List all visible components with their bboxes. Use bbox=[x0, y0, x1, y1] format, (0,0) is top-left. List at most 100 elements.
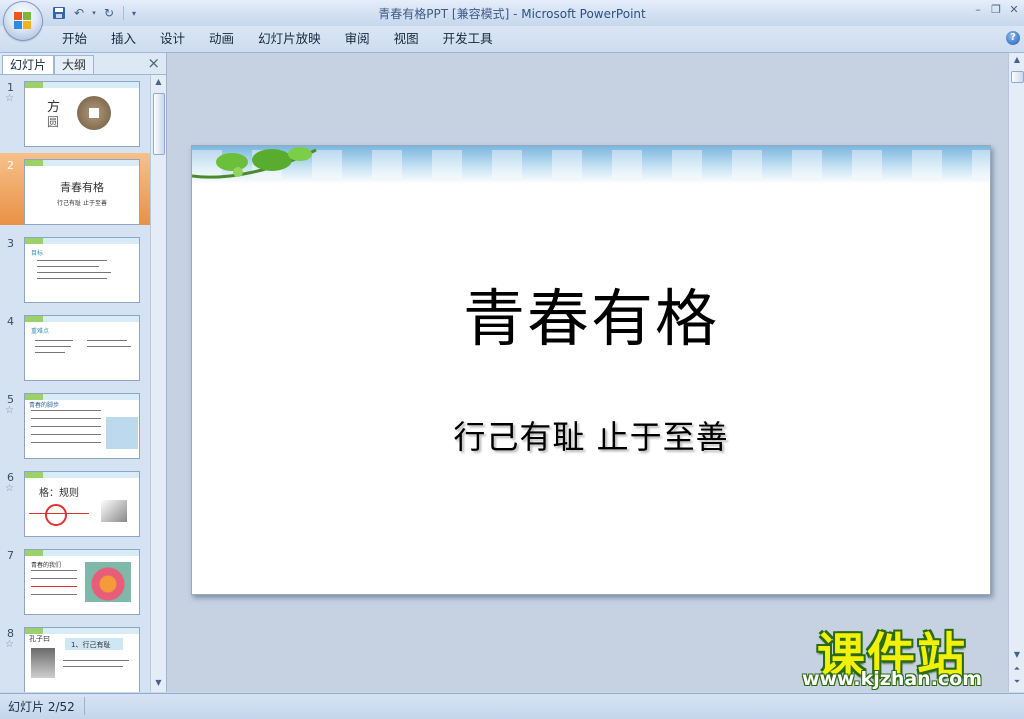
slide-number: 3 bbox=[7, 237, 14, 250]
scroll-down-icon[interactable]: ▼ bbox=[1011, 650, 1023, 662]
flower-image bbox=[85, 562, 131, 602]
office-logo-icon bbox=[14, 12, 32, 30]
thumb-line bbox=[31, 594, 77, 595]
portrait-image bbox=[31, 648, 55, 678]
scroll-down-icon[interactable]: ▼ bbox=[153, 678, 164, 690]
thumbnail-row: 3 目标 bbox=[0, 231, 150, 303]
tab-design[interactable]: 设计 bbox=[148, 26, 197, 52]
panel-tabs: 幻灯片 大纲 × bbox=[0, 53, 166, 75]
thumbnail-list: 1 ☆ 方 圆 2 青春有格 行己有耻 止于至善 3 目标 4 重难点 5 ☆ … bbox=[0, 75, 150, 692]
scroll-up-icon[interactable]: ▲ bbox=[1011, 55, 1023, 67]
thumb-header-decoration bbox=[25, 550, 139, 556]
slide-thumbnail-6[interactable]: 格：规则 bbox=[24, 471, 140, 537]
leaf-decoration-icon bbox=[192, 147, 317, 179]
thumb-line bbox=[37, 266, 99, 267]
thumb-line bbox=[35, 352, 65, 353]
animation-star-icon: ☆ bbox=[5, 639, 14, 650]
slide-number: 2 bbox=[7, 159, 14, 172]
scroll-thumb[interactable] bbox=[1011, 71, 1024, 83]
animation-star-icon: ☆ bbox=[5, 405, 14, 416]
thumb-line bbox=[31, 434, 101, 435]
thumb-line bbox=[87, 340, 127, 341]
thumb-header-decoration bbox=[25, 238, 139, 244]
thumb-line bbox=[35, 346, 71, 347]
thumb-text: 格：规则 bbox=[39, 488, 79, 499]
slide-thumbnail-2[interactable]: 青春有格 行己有耻 止于至善 bbox=[24, 159, 140, 225]
thumb-line bbox=[37, 260, 107, 261]
thumb-text: 青春有格 bbox=[60, 181, 104, 194]
slide-number: 4 bbox=[7, 315, 14, 328]
thumb-text: 行己有耻 止于至善 bbox=[57, 200, 107, 207]
thumb-header-decoration bbox=[25, 160, 139, 166]
title-separator: - bbox=[509, 7, 522, 21]
slide-thumbnail-1[interactable]: 方 圆 bbox=[24, 81, 140, 147]
tab-developer[interactable]: 开发工具 bbox=[431, 26, 505, 52]
tab-animations[interactable]: 动画 bbox=[197, 26, 246, 52]
slide-indicator: 幻灯片 2/52 bbox=[8, 700, 75, 714]
thumb-text: 目标 bbox=[31, 250, 44, 257]
slide-title[interactable]: 青春有格 bbox=[192, 268, 990, 358]
slide-subtitle[interactable]: 行己有耻 止于至善 bbox=[192, 412, 990, 458]
status-bar: 幻灯片 2/52 bbox=[0, 693, 1024, 719]
animation-star-icon: ☆ bbox=[5, 483, 14, 494]
previous-slide-icon[interactable]: ⏶ bbox=[1011, 664, 1023, 676]
thumb-text: 1、行己有耻 bbox=[71, 641, 111, 649]
minimize-icon[interactable]: – bbox=[972, 3, 984, 17]
app-name: Microsoft PowerPoint bbox=[521, 7, 646, 21]
tab-home[interactable]: 开始 bbox=[50, 26, 99, 52]
tab-review[interactable]: 审阅 bbox=[333, 26, 382, 52]
thumbnail-row: 1 ☆ 方 圆 bbox=[0, 75, 150, 147]
animation-star-icon: ☆ bbox=[5, 93, 14, 104]
tab-slide-show[interactable]: 幻灯片放映 bbox=[246, 26, 333, 52]
slide-number: 7 bbox=[7, 549, 14, 562]
thumb-line bbox=[31, 442, 101, 443]
thumb-text: 青春的脚步 bbox=[29, 402, 60, 409]
help-icon[interactable]: ? bbox=[1006, 31, 1020, 45]
slide-thumbnail-3[interactable]: 目标 bbox=[24, 237, 140, 303]
thumbnail-row: 4 重难点 bbox=[0, 309, 150, 381]
thumbnail-row: 6 ☆ 格：规则 bbox=[0, 465, 150, 537]
thumb-line bbox=[63, 660, 129, 661]
thumb-line bbox=[29, 513, 89, 514]
tab-outline[interactable]: 大纲 bbox=[54, 55, 95, 74]
thumb-line bbox=[31, 586, 77, 587]
thumb-header-decoration bbox=[25, 472, 139, 478]
slides-panel: 幻灯片 大纲 × 1 ☆ 方 圆 2 青春有格 行己有耻 止于至善 3 目标 4… bbox=[0, 53, 167, 692]
slide-thumbnail-5[interactable]: 青春的脚步 bbox=[24, 393, 140, 459]
tab-insert[interactable]: 插入 bbox=[99, 26, 148, 52]
scroll-up-icon[interactable]: ▲ bbox=[153, 77, 164, 89]
restore-icon[interactable]: ❐ bbox=[990, 3, 1002, 17]
thumb-header-decoration bbox=[25, 316, 139, 322]
thumb-line bbox=[37, 278, 107, 279]
watermark: 课件站 www.kjzhan.com bbox=[776, 616, 1008, 692]
thumbnail-scrollbar[interactable]: ▲ ▼ bbox=[150, 75, 166, 692]
thumb-header-decoration bbox=[25, 82, 139, 88]
slide-thumbnail-7[interactable]: 青春的我们 bbox=[24, 549, 140, 615]
ribbon-tab-bar: 开始 插入 设计 动画 幻灯片放映 审阅 视图 开发工具 ? bbox=[0, 26, 1024, 53]
panel-close-icon[interactable]: × bbox=[147, 54, 160, 72]
coin-image bbox=[77, 96, 111, 130]
slide-thumbnail-8[interactable]: 孔子曰 1、行己有耻 bbox=[24, 627, 140, 692]
status-separator bbox=[84, 697, 85, 715]
scroll-thumb[interactable] bbox=[153, 93, 165, 155]
thumbnail-row: 7 青春的我们 bbox=[0, 543, 150, 615]
tab-slides[interactable]: 幻灯片 bbox=[2, 55, 55, 74]
thumb-line bbox=[31, 418, 101, 419]
current-slide[interactable]: 青春有格 行己有耻 止于至善 bbox=[191, 145, 991, 595]
close-icon[interactable]: ✕ bbox=[1008, 3, 1020, 17]
thumb-line bbox=[31, 426, 101, 427]
next-slide-icon[interactable]: ⏷ bbox=[1011, 677, 1023, 689]
window-title: 青春有格PPT [兼容模式] - Microsoft PowerPoint bbox=[0, 5, 1024, 22]
thumb-text: 孔子曰 bbox=[29, 635, 50, 643]
slide-editing-area: 青春有格 行己有耻 止于至善 bbox=[167, 53, 1008, 692]
thumbnail-row: 8 ☆ 孔子曰 1、行己有耻 bbox=[0, 621, 150, 692]
tab-view[interactable]: 视图 bbox=[382, 26, 431, 52]
thumb-line bbox=[63, 666, 123, 667]
thumb-line bbox=[35, 340, 73, 341]
watermark-url: www.kjzhan.com bbox=[801, 668, 983, 690]
thumb-line bbox=[31, 570, 77, 571]
office-button[interactable] bbox=[4, 2, 42, 40]
thumb-text: 圆 bbox=[47, 115, 60, 129]
vertical-scrollbar[interactable]: ▲ ▼ ⏶ ⏷ bbox=[1008, 53, 1024, 692]
slide-thumbnail-4[interactable]: 重难点 bbox=[24, 315, 140, 381]
